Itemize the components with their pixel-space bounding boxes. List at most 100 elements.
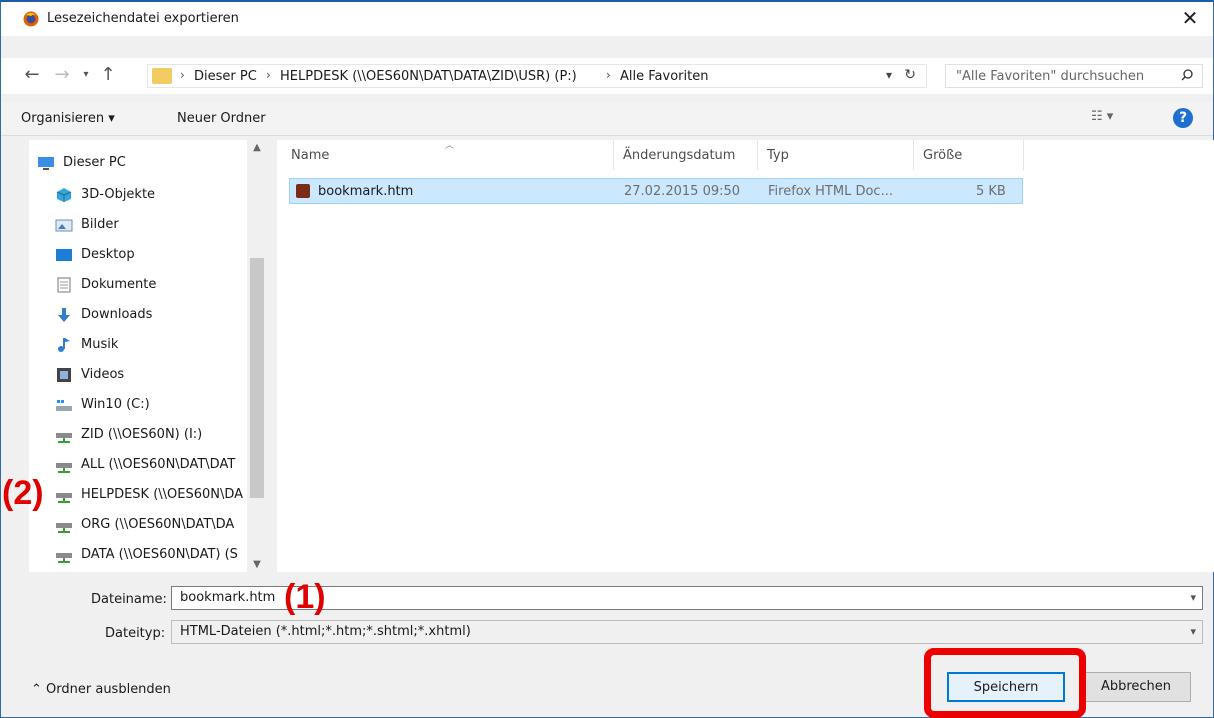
document-icon [57, 277, 71, 293]
sidebar-item-videos[interactable]: Videos [55, 362, 267, 388]
filetype-row: Dateityp: HTML-Dateien (*.html;*.htm;*.s… [1, 620, 1213, 648]
sidebar-item-all[interactable]: ALL (\\OES60N\DAT\DAT [55, 452, 267, 478]
chevron-down-icon[interactable]: ▾ [886, 68, 892, 82]
close-button[interactable]: ✕ [1175, 6, 1205, 32]
sidebar-item-desktop[interactable]: Desktop [55, 242, 267, 268]
search-input[interactable]: "Alle Favoriten" durchsuchen [945, 64, 1203, 88]
network-drive-icon [56, 463, 72, 473]
back-arrow-icon[interactable]: ← [21, 64, 43, 86]
cube-icon [56, 188, 72, 202]
sidebar-item-label: Bilder [81, 217, 119, 232]
view-options-icon[interactable]: ☷ ▾ [1091, 109, 1113, 124]
column-header-size[interactable]: Größe [923, 148, 962, 163]
file-name: bookmark.htm [318, 184, 414, 199]
network-drive-icon [56, 553, 72, 563]
sidebar-item-label: Downloads [81, 307, 153, 322]
file-type: Firefox HTML Doc... [768, 184, 893, 199]
sidebar-item-downloads[interactable]: Downloads [55, 302, 267, 328]
network-drive-icon [56, 433, 72, 443]
refresh-icon[interactable]: ↻ [904, 67, 916, 83]
chevron-right-icon[interactable]: › [606, 68, 611, 82]
firefox-icon [23, 11, 39, 27]
column-divider[interactable] [613, 140, 614, 170]
column-header-name[interactable]: Name [291, 148, 329, 163]
forward-arrow-icon[interactable]: → [51, 64, 73, 86]
video-icon [57, 368, 71, 382]
new-folder-button[interactable]: Neuer Ordner [177, 111, 266, 126]
download-icon [58, 308, 70, 322]
sidebar-item-label: HELPDESK (\\OES60N\DA [81, 487, 244, 502]
sidebar-item-label: DATA (\\OES60N\DAT) (S [81, 547, 238, 562]
cancel-button[interactable]: Abbrechen [1081, 672, 1191, 702]
sidebar-item-label: Dokumente [81, 277, 157, 292]
navigation-pane[interactable]: Dieser PC 3D-Objekte Bilder Desktop Doku… [29, 140, 267, 572]
scrollbar-thumb[interactable] [250, 258, 264, 498]
sidebar-item-label: ORG (\\OES60N\DAT\DA [81, 517, 235, 532]
scroll-down-icon[interactable]: ▼ [247, 559, 267, 570]
column-header-type[interactable]: Typ [767, 148, 789, 163]
breadcrumb-this-pc[interactable]: Dieser PC [194, 69, 257, 84]
nav-scrollbar[interactable]: ▲ ▼ [247, 140, 267, 572]
music-icon [58, 338, 70, 352]
sidebar-item-music[interactable]: Musik [55, 332, 267, 358]
chevron-right-icon[interactable]: › [180, 68, 185, 82]
column-divider[interactable] [913, 140, 914, 170]
annotation-marker-2: (2) [2, 474, 44, 512]
up-arrow-icon[interactable]: ↑ [97, 64, 119, 86]
column-divider[interactable] [1023, 140, 1024, 170]
sidebar-item-3d-objects[interactable]: 3D-Objekte [55, 182, 267, 208]
chevron-down-icon[interactable]: ▾ [1190, 625, 1196, 638]
sort-caret-icon: ︿ [445, 141, 455, 151]
pc-icon [38, 157, 54, 170]
table-row[interactable]: bookmark.htm 27.02.2015 09:50 Firefox HT… [289, 178, 1023, 204]
title-bar: Lesezeichendatei exportieren ✕ [1, 2, 1213, 36]
address-bar[interactable]: › Dieser PC › HELPDESK (\\OES60N\DAT\DAT… [147, 64, 927, 88]
annotation-marker-1: (1) [284, 578, 326, 616]
filename-row: Dateiname: bookmark.htm ▾ [1, 586, 1213, 614]
filetype-select[interactable]: HTML-Dateien (*.html;*.htm;*.shtml;*.xht… [171, 620, 1203, 644]
hide-folders-toggle[interactable]: ⌃ Ordner ausblenden [31, 682, 171, 697]
pictures-icon [55, 219, 73, 232]
sidebar-item-label: Win10 (C:) [81, 397, 150, 412]
sidebar-item-label: ZID (\\OES60N) (I:) [81, 427, 203, 442]
hide-folders-label: Ordner ausblenden [46, 682, 171, 697]
organize-button[interactable]: Organisieren ▾ [21, 111, 115, 126]
sidebar-item-this-pc[interactable]: Dieser PC [37, 150, 257, 176]
network-drive-icon [56, 493, 72, 503]
sidebar-item-org[interactable]: ORG (\\OES60N\DAT\DA [55, 512, 267, 538]
filename-label: Dateiname: [91, 592, 167, 607]
column-header-date[interactable]: Änderungsdatum [623, 148, 735, 163]
sidebar-item-helpdesk[interactable]: HELPDESK (\\OES60N\DA [55, 482, 267, 508]
sidebar-item-label: Videos [81, 367, 125, 382]
sidebar-item-zid[interactable]: ZID (\\OES60N) (I:) [55, 422, 267, 448]
chevron-down-icon[interactable]: ▾ [75, 64, 97, 86]
filetype-value: HTML-Dateien (*.html;*.htm;*.shtml;*.xht… [180, 624, 471, 639]
sidebar-item-label: Desktop [81, 247, 135, 262]
chevron-down-icon[interactable]: ▾ [1190, 591, 1196, 604]
column-divider[interactable] [757, 140, 758, 170]
drive-icon [56, 400, 72, 411]
breadcrumb-favorites[interactable]: Alle Favoriten [620, 69, 708, 84]
sidebar-item-data[interactable]: DATA (\\OES60N\DAT) (S [55, 542, 267, 568]
folder-icon [152, 68, 172, 84]
sidebar-item-label: Dieser PC [63, 155, 126, 170]
filename-field[interactable]: bookmark.htm ▾ [171, 586, 1203, 610]
sidebar-item-pictures[interactable]: Bilder [55, 212, 267, 238]
sidebar-item-documents[interactable]: Dokumente [55, 272, 267, 298]
scroll-up-icon[interactable]: ▲ [247, 142, 267, 153]
file-date: 27.02.2015 09:50 [624, 184, 741, 199]
file-list[interactable]: ︿ Name Änderungsdatum Typ Größe bookmark… [277, 140, 1214, 572]
firefox-document-icon [296, 184, 310, 198]
annotation-highlight-save [924, 648, 1086, 718]
search-icon [1181, 69, 1193, 81]
breadcrumb-helpdesk[interactable]: HELPDESK (\\OES60N\DAT\DATA\ZID\USR) (P:… [280, 69, 577, 84]
sidebar-item-label: Musik [81, 337, 119, 352]
filename-value: bookmark.htm [180, 590, 276, 605]
chevron-right-icon[interactable]: › [266, 68, 271, 82]
sidebar-item-win10-c[interactable]: Win10 (C:) [55, 392, 267, 418]
search-placeholder: "Alle Favoriten" durchsuchen [956, 69, 1145, 84]
sidebar-item-label: ALL (\\OES60N\DAT\DAT [81, 457, 236, 472]
help-icon[interactable]: ? [1173, 108, 1193, 128]
file-size: 5 KB [976, 184, 1006, 199]
command-toolbar: Organisieren ▾ Neuer Ordner ☷ ▾ ? [1, 102, 1213, 136]
